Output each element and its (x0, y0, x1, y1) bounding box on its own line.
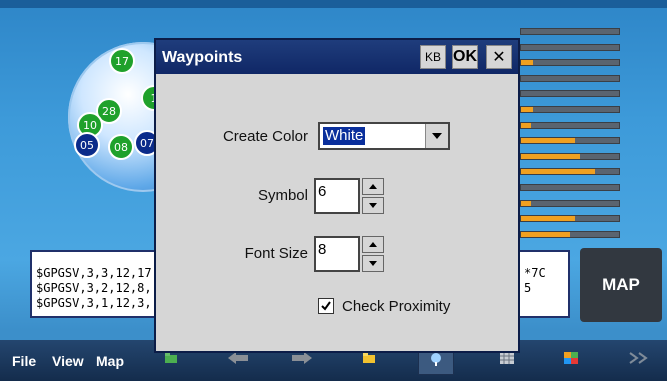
menu-map[interactable]: Map (96, 353, 124, 369)
signal-bar-fill (521, 106, 533, 112)
signal-bar (520, 215, 620, 223)
folder-icon[interactable] (164, 352, 178, 364)
signal-bar-fill (521, 60, 533, 66)
signal-bar-fill (521, 122, 531, 128)
signal-bar (520, 168, 620, 176)
signal-bar-fill (521, 216, 575, 222)
font-size-input[interactable]: 8 (314, 236, 360, 272)
symbol-increment-button[interactable] (362, 178, 384, 195)
gps-icon (431, 353, 441, 366)
create-color-value: White (323, 127, 366, 145)
chevron-right-icon[interactable] (628, 352, 650, 364)
create-color-select[interactable]: White (318, 122, 450, 150)
close-icon: ✕ (492, 49, 506, 66)
dropdown-arrow-icon[interactable] (425, 124, 448, 148)
font-size-stepper[interactable]: 8 (314, 236, 384, 272)
signal-bar (520, 199, 620, 207)
signal-bar (520, 137, 620, 145)
symbol-stepper[interactable]: 6 (314, 178, 384, 214)
arrow-right-icon[interactable] (292, 352, 312, 364)
signal-bar (520, 121, 620, 129)
signal-bar (520, 43, 620, 51)
menu-view[interactable]: View (52, 353, 84, 369)
signal-bar-fill (521, 200, 531, 206)
signal-bar (520, 28, 620, 35)
checkmark-icon (321, 301, 331, 311)
signal-bar (520, 183, 620, 191)
signal-bar (520, 90, 620, 98)
symbol-label: Symbol (257, 187, 308, 204)
signal-bar-fill (521, 138, 575, 144)
symbol-decrement-button[interactable] (362, 197, 384, 214)
close-button[interactable]: ✕ (486, 45, 512, 69)
waypoints-dialog: Waypoints KB OK ✕ Create Color White Sym… (154, 38, 520, 353)
signal-bar (520, 230, 620, 238)
satellite-05: 05 (74, 132, 100, 158)
open-folder-icon[interactable] (362, 352, 376, 364)
arrow-left-icon[interactable] (228, 352, 248, 364)
signal-strength-bars (520, 28, 620, 246)
keyboard-button[interactable]: KB (420, 45, 446, 69)
signal-bar-fill (521, 231, 570, 237)
signal-bar-fill (521, 153, 580, 159)
grid-icon[interactable] (500, 352, 514, 364)
font-size-label: Font Size (244, 245, 308, 262)
satellite-08: 08 (108, 134, 134, 160)
create-color-label: Create Color (222, 128, 308, 145)
dialog-title-bar: Waypoints KB OK ✕ (156, 40, 518, 74)
font-size-decrement-button[interactable] (362, 255, 384, 272)
check-proximity-label[interactable]: Check Proximity (342, 298, 450, 315)
signal-bar (520, 105, 620, 113)
check-proximity-checkbox[interactable] (318, 298, 334, 314)
dialog-title: Waypoints (162, 49, 243, 66)
menu-file[interactable]: File (12, 353, 36, 369)
ok-button[interactable]: OK (452, 45, 478, 69)
satellite-17: 17 (109, 48, 135, 74)
signal-bar-fill (521, 169, 595, 175)
color-grid-icon[interactable] (564, 352, 578, 364)
signal-bar (520, 152, 620, 160)
signal-bar (520, 59, 620, 67)
font-size-increment-button[interactable] (362, 236, 384, 253)
symbol-input[interactable]: 6 (314, 178, 360, 214)
signal-bar (520, 74, 620, 82)
map-button[interactable]: MAP (580, 248, 662, 322)
